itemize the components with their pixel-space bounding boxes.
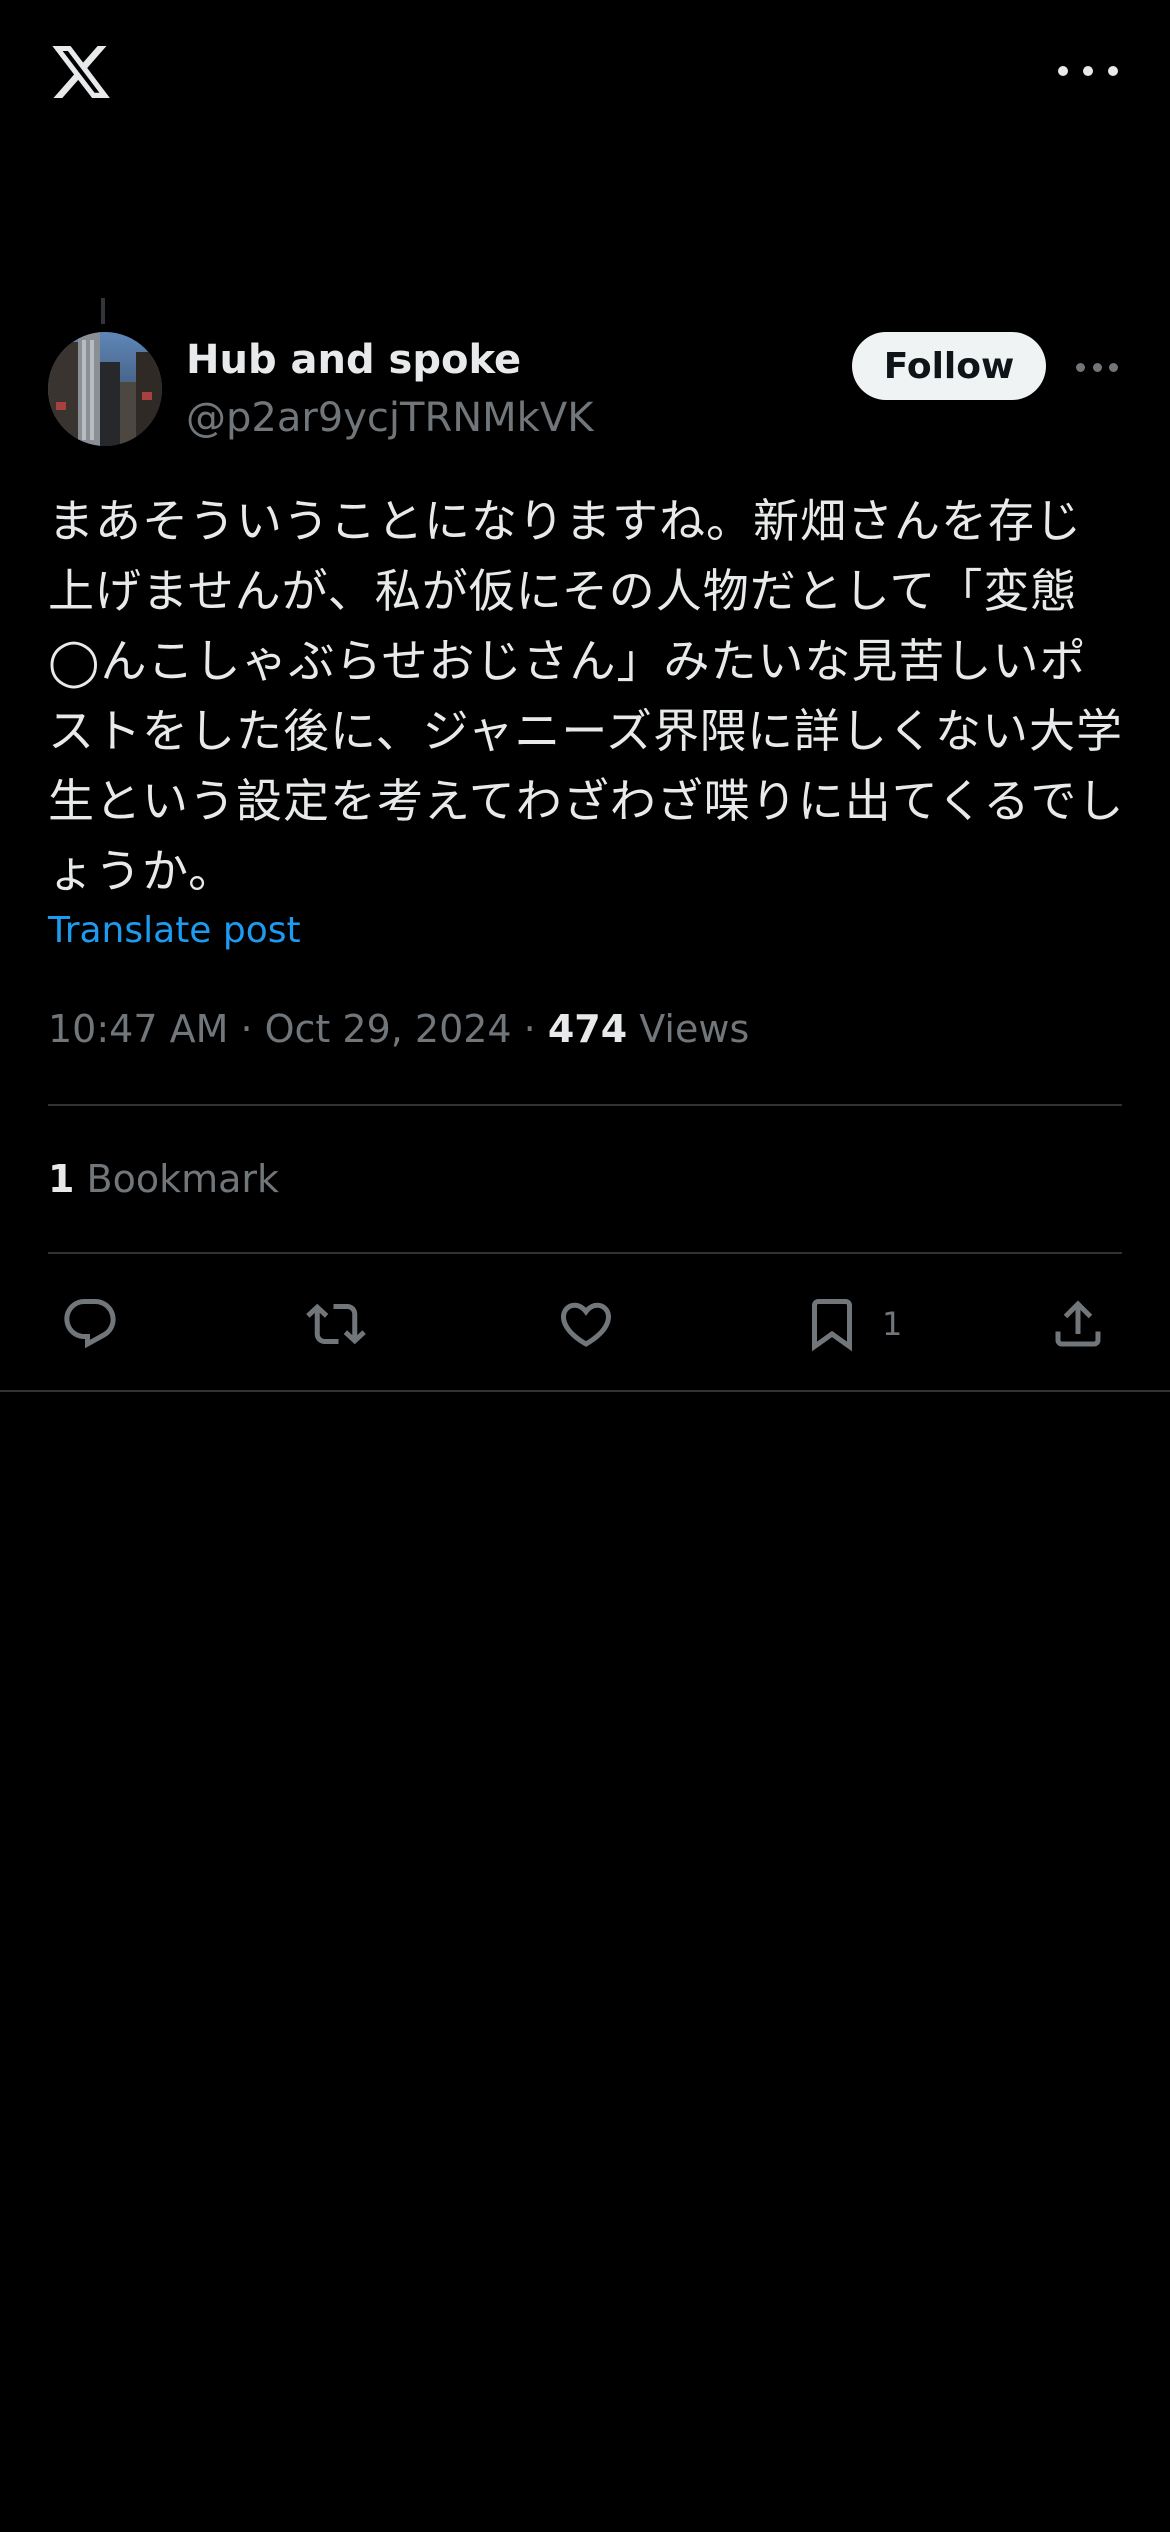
reply-button[interactable] [60, 1290, 120, 1358]
author-handle[interactable]: @p2ar9ycjTRNMkVK [186, 390, 593, 446]
repost-icon [306, 1303, 366, 1345]
repost-button[interactable] [306, 1290, 366, 1358]
avatar[interactable] [48, 332, 162, 446]
divider [0, 1390, 1170, 1392]
bookmarks-count: 1 [48, 1157, 75, 1201]
views-label: Views [627, 1007, 750, 1051]
more-horizontal-icon[interactable] [1058, 56, 1118, 86]
x-logo-icon[interactable] [46, 40, 116, 104]
thread-line [101, 298, 105, 324]
share-button[interactable] [1048, 1290, 1108, 1358]
share-icon [1055, 1300, 1101, 1347]
reply-icon [64, 1299, 116, 1349]
divider [48, 1104, 1122, 1106]
bookmarks-label: Bookmark [74, 1157, 280, 1201]
bookmarks-row[interactable]: 1 Bookmark [48, 1152, 279, 1206]
bookmark-button[interactable]: 1 [802, 1290, 902, 1358]
divider [48, 1252, 1122, 1254]
bookmark-count: 1 [882, 1305, 903, 1343]
like-button[interactable] [556, 1290, 616, 1358]
post-more-icon[interactable] [1076, 360, 1118, 374]
post-meta: 10:47 AM · Oct 29, 2024 · 474 Views [48, 1002, 749, 1056]
author-name[interactable]: Hub and spoke [186, 332, 521, 388]
follow-button[interactable]: Follow [852, 332, 1046, 400]
bookmark-icon [812, 1299, 852, 1352]
views-count[interactable]: 474 [548, 1007, 627, 1051]
post-timestamp[interactable]: 10:47 AM · Oct 29, 2024 · [48, 1007, 548, 1051]
like-icon [560, 1302, 612, 1347]
translate-post-link[interactable]: Translate post [48, 906, 301, 956]
top-bar [0, 0, 1170, 150]
post-text: まあそういうことになりますね。新畑さんを存じ上げませんが、私が仮にその人物だとし… [48, 494, 1125, 898]
